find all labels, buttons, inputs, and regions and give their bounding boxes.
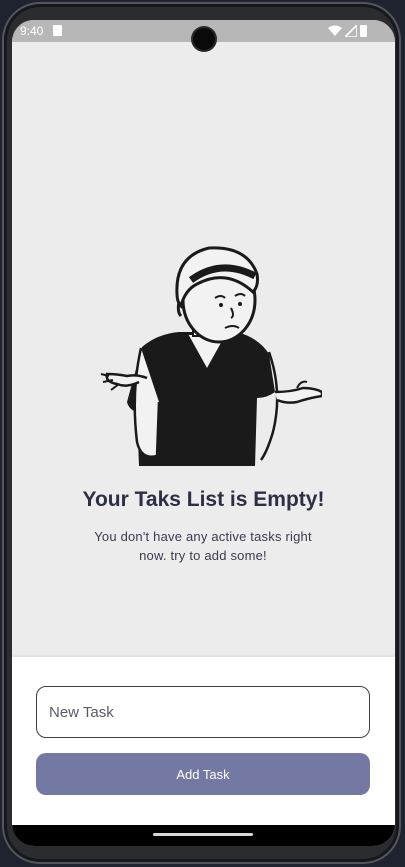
status-time: 9:40 [20,24,44,38]
home-indicator[interactable] [153,833,253,836]
battery-icon [360,25,367,37]
signal-icon [345,25,357,37]
empty-state-message: You don't have any active tasks right no… [94,529,312,563]
wifi-icon [328,25,342,36]
navigation-bar [12,825,395,846]
add-task-button[interactable]: Add Task [36,753,370,795]
add-task-panel: Add Task [12,657,395,825]
front-camera [193,28,215,50]
phone-frame: 9:40 Your Taks List is Empty! You don't … [2,2,401,864]
sim-card-icon [53,25,62,36]
new-task-input[interactable] [36,686,370,738]
empty-state-title: Your Taks List is Empty! [82,488,325,511]
shrugging-person-illustration [100,246,322,466]
app-screen: 9:40 Your Taks List is Empty! You don't … [12,20,395,846]
